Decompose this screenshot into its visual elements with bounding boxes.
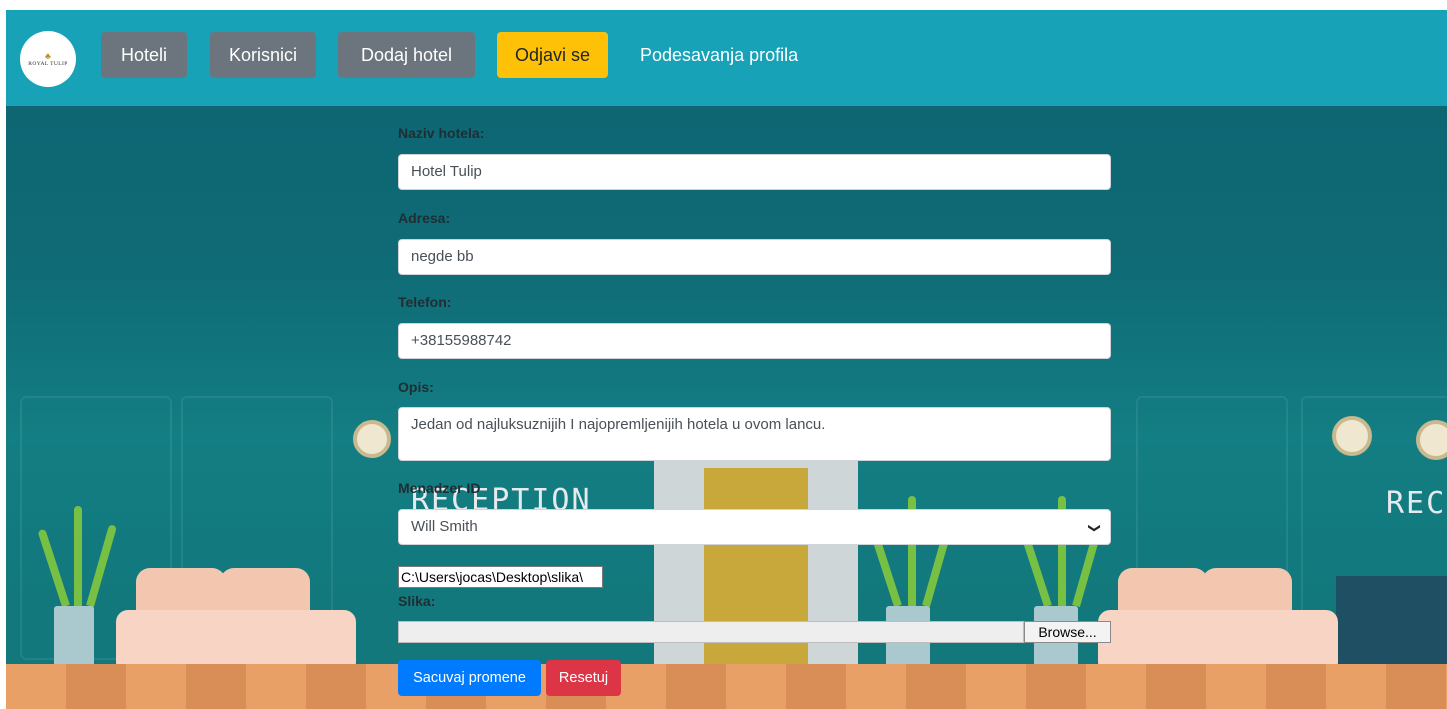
nav-dodaj-hotel-button[interactable]: Dodaj hotel [338, 32, 475, 78]
reception-sign-right: RECEI [1386, 486, 1447, 521]
nav-korisnici-button[interactable]: Korisnici [210, 32, 316, 78]
address-input[interactable]: negde bb [398, 239, 1111, 275]
tulip-leaf-icon: ♣ [45, 50, 51, 61]
adresa-label: Adresa: [398, 210, 451, 226]
sofa-right [1098, 568, 1338, 678]
menadzer-id-label: Menadzer ID [398, 480, 481, 496]
opis-label: Opis: [398, 379, 434, 395]
profile-settings-link[interactable]: Podesavanja profila [640, 32, 798, 78]
phone-input[interactable]: +38155988742 [398, 323, 1111, 359]
sofa-left [116, 568, 356, 678]
file-input-field[interactable] [398, 621, 1024, 643]
slika-label: Slika: [398, 593, 436, 609]
naziv-hotela-label: Naziv hotela: [398, 125, 485, 141]
manager-select-value: Will Smith [411, 518, 478, 535]
plant-right [1017, 486, 1105, 608]
reset-button[interactable]: Resetuj [546, 660, 621, 696]
manager-select[interactable]: Will Smith ❯ [398, 509, 1111, 545]
lobby-floor [6, 664, 1447, 709]
royal-tulip-logo[interactable]: ♣ ROYAL TULIP [20, 31, 76, 87]
plant-middle [867, 486, 955, 608]
save-changes-button[interactable]: Sacuvaj promene [398, 660, 541, 696]
plant-left [37, 496, 117, 608]
file-path-tooltip: C:\Users\jocas\Desktop\slika\ [398, 566, 603, 588]
hotel-name-input[interactable]: Hotel Tulip [398, 154, 1111, 190]
wall-clock-icon [1332, 416, 1372, 456]
logout-button[interactable]: Odjavi se [497, 32, 608, 78]
description-textarea[interactable]: Jedan od najluksuznijih I najopremljenij… [398, 407, 1111, 461]
telefon-label: Telefon: [398, 294, 452, 310]
nav-hoteli-button[interactable]: Hoteli [101, 32, 187, 78]
navbar: ♣ ROYAL TULIP Hoteli Korisnici Dodaj hot… [6, 10, 1447, 106]
browse-button[interactable]: Browse... [1024, 621, 1111, 643]
wall-clock-icon [353, 420, 391, 458]
logo-brand-text: ROYAL TULIP [28, 60, 68, 67]
chevron-down-icon: ❯ [1087, 522, 1102, 534]
